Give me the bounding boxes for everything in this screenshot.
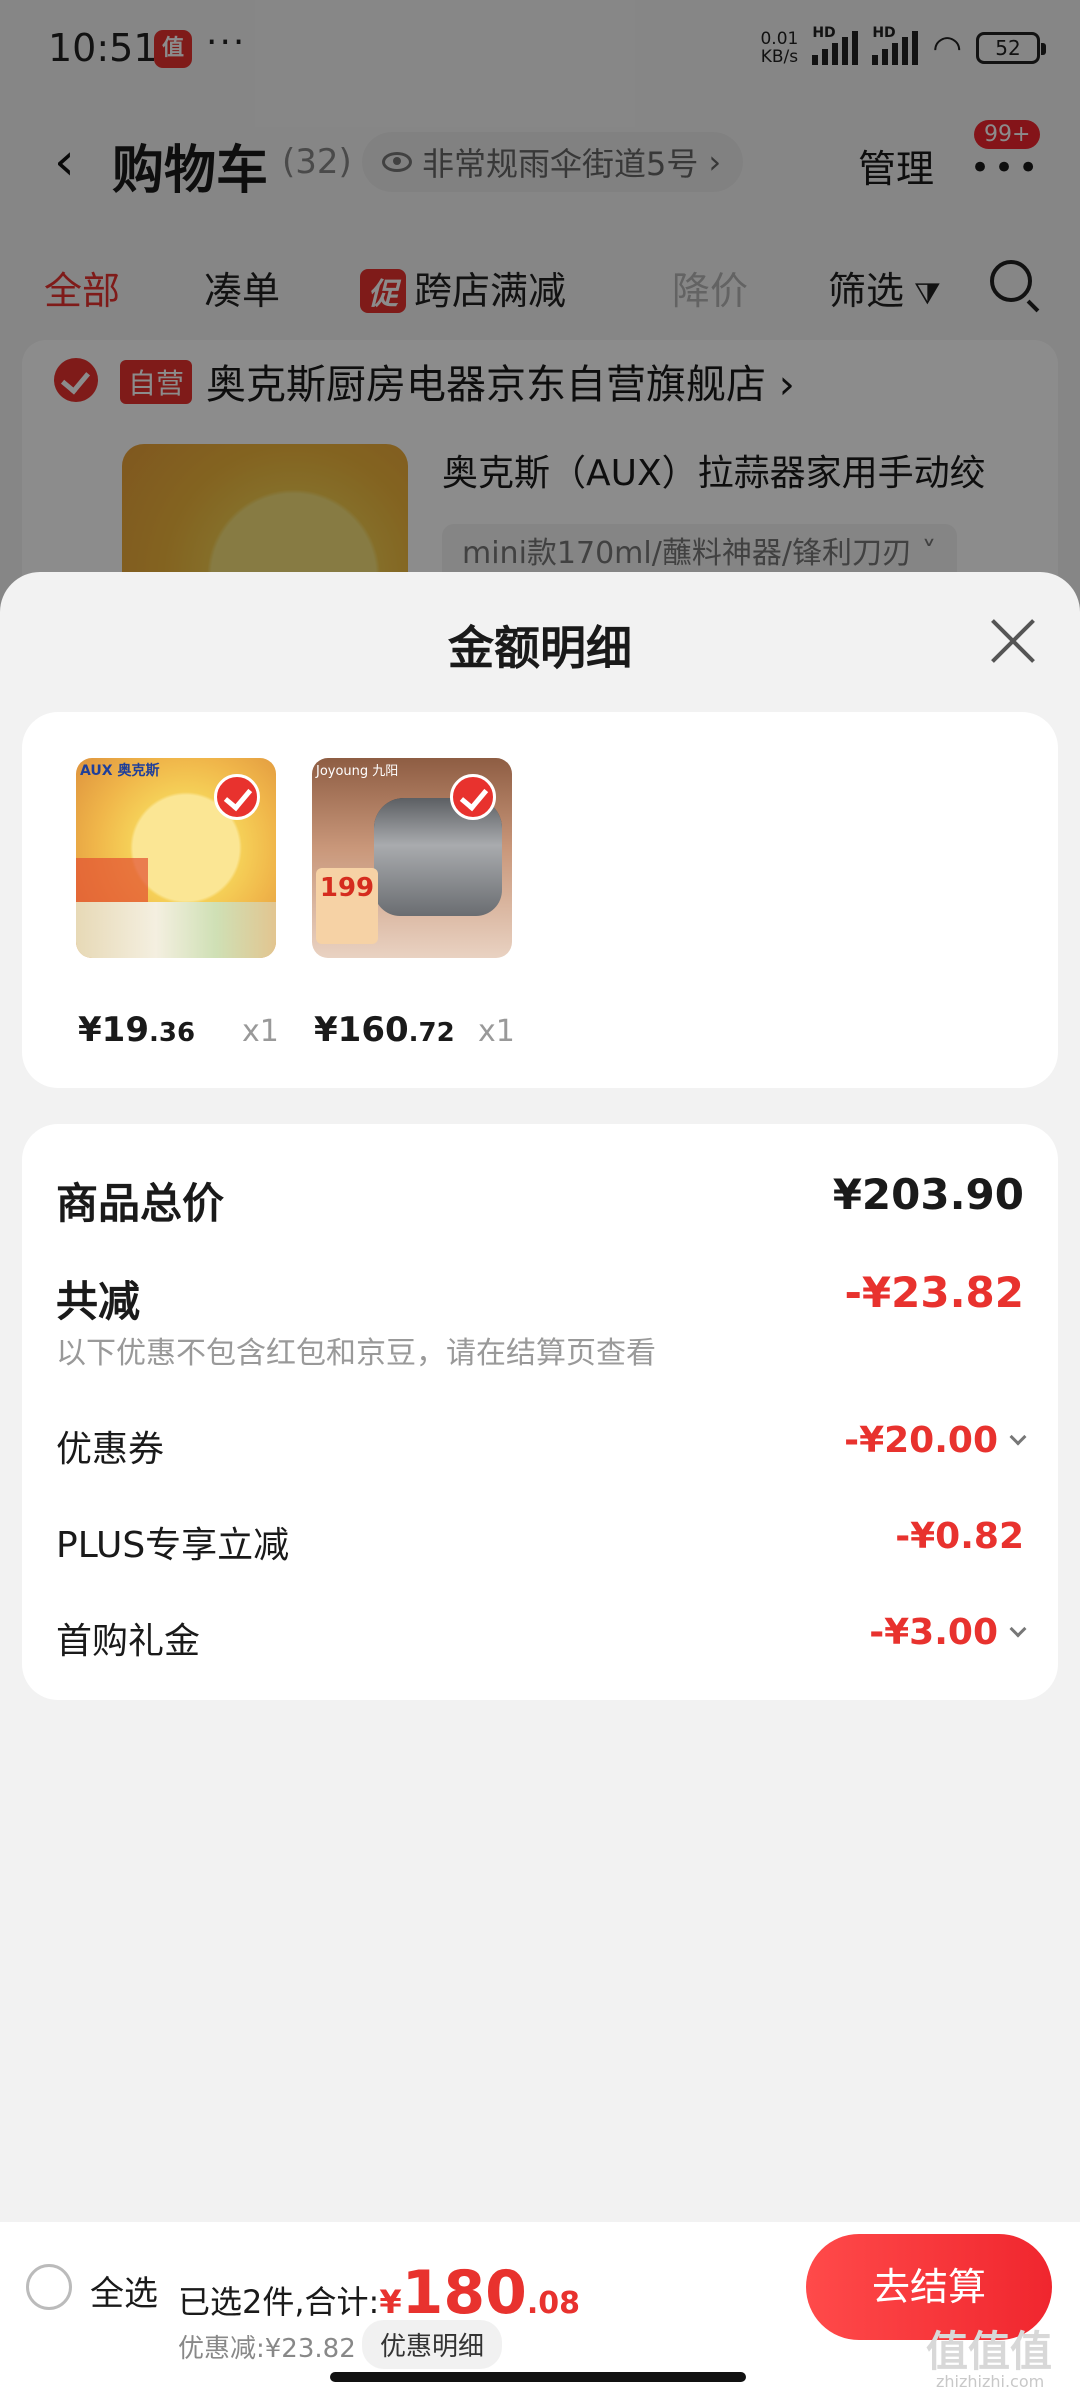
close-icon[interactable] (988, 616, 1038, 666)
plus-discount-value: -¥0.82 (895, 1516, 1024, 1557)
first-purchase-gift-label: 首购礼金 (56, 1621, 201, 1662)
discount-detail-button[interactable]: 优惠明细 (362, 2320, 503, 2369)
total-price-value: ¥203.90 (832, 1170, 1024, 1219)
item-price: ¥160.72 (314, 1010, 455, 1050)
select-all-label[interactable]: 全选 (90, 2266, 158, 2315)
plus-discount-amount: -¥0.82 (895, 1516, 1024, 1557)
total-decimal: .08 (526, 2286, 580, 2321)
home-indicator[interactable] (330, 2372, 746, 2382)
select-all-checkbox[interactable] (26, 2264, 72, 2310)
product-thumbnail: Joyoung 九阳 199 (312, 758, 512, 958)
selected-summary: 已选2件,合计: ¥ 180 .08 (178, 2258, 580, 2328)
first-purchase-gift-value[interactable]: -¥3.00 (869, 1612, 1027, 1653)
total-currency: ¥ (379, 2283, 402, 2321)
item-price: ¥19.36 (78, 1010, 195, 1050)
amount-detail-sheet: 金额明细 AUX 奥克斯 ¥19.36 x1 Joyoung 九阳 199 ¥1… (0, 572, 1080, 2222)
thumbnail-brand: AUX 奥克斯 (80, 763, 160, 779)
selected-items-card: AUX 奥克斯 ¥19.36 x1 Joyoung 九阳 199 ¥160.72… (22, 712, 1058, 1088)
watermark-logo: 值值值 (926, 2327, 1053, 2376)
discount-total-label: 共减 (56, 1277, 141, 1326)
item-quantity: x1 (478, 1014, 515, 1049)
discount-note: 以下优惠不包含红包和京豆，请在结算页查看 (56, 1336, 656, 1371)
total-integer: 180 (401, 2258, 527, 2328)
watermark-url: zhizhizhi.com (936, 2372, 1045, 2391)
first-purchase-gift-amount: -¥3.00 (869, 1612, 998, 1653)
total-price-label: 商品总价 (56, 1179, 225, 1228)
coupon-value[interactable]: -¥20.00 (844, 1420, 1027, 1461)
price-breakdown-card: 商品总价 ¥203.90 共减 -¥23.82 以下优惠不包含红包和京豆，请在结… (22, 1124, 1058, 1700)
product-thumbnail: AUX 奥克斯 (76, 758, 276, 958)
discount-total-value: -¥23.82 (844, 1268, 1024, 1317)
thumbnail-price-label: 199 (316, 868, 378, 944)
checked-icon (214, 774, 260, 820)
item-quantity: x1 (242, 1014, 279, 1049)
checked-icon (450, 774, 496, 820)
coupon-amount: -¥20.00 (844, 1420, 998, 1461)
chevron-down-icon (1009, 1428, 1027, 1445)
chevron-down-icon (1009, 1620, 1027, 1637)
coupon-label: 优惠券 (56, 1429, 165, 1470)
discount-summary: 优惠减:¥23.82 (178, 2334, 356, 2364)
item-price-main: ¥160 (314, 1010, 409, 1050)
checkout-bar: 全选 已选2件,合计: ¥ 180 .08 优惠减:¥23.82 优惠明细 去结… (0, 2222, 1080, 2400)
selected-summary-text: 已选2件,合计: (178, 2283, 380, 2321)
item-price-main: ¥19 (78, 1010, 149, 1050)
item-price-decimal: .36 (148, 1018, 196, 1048)
modal-overlay[interactable] (0, 0, 1080, 620)
plus-discount-label: PLUS专享立减 (56, 1525, 290, 1566)
thumbnail-brand: Joyoung 九阳 (316, 764, 399, 779)
item-price-decimal: .72 (408, 1018, 455, 1048)
sheet-title: 金额明细 (448, 621, 632, 675)
